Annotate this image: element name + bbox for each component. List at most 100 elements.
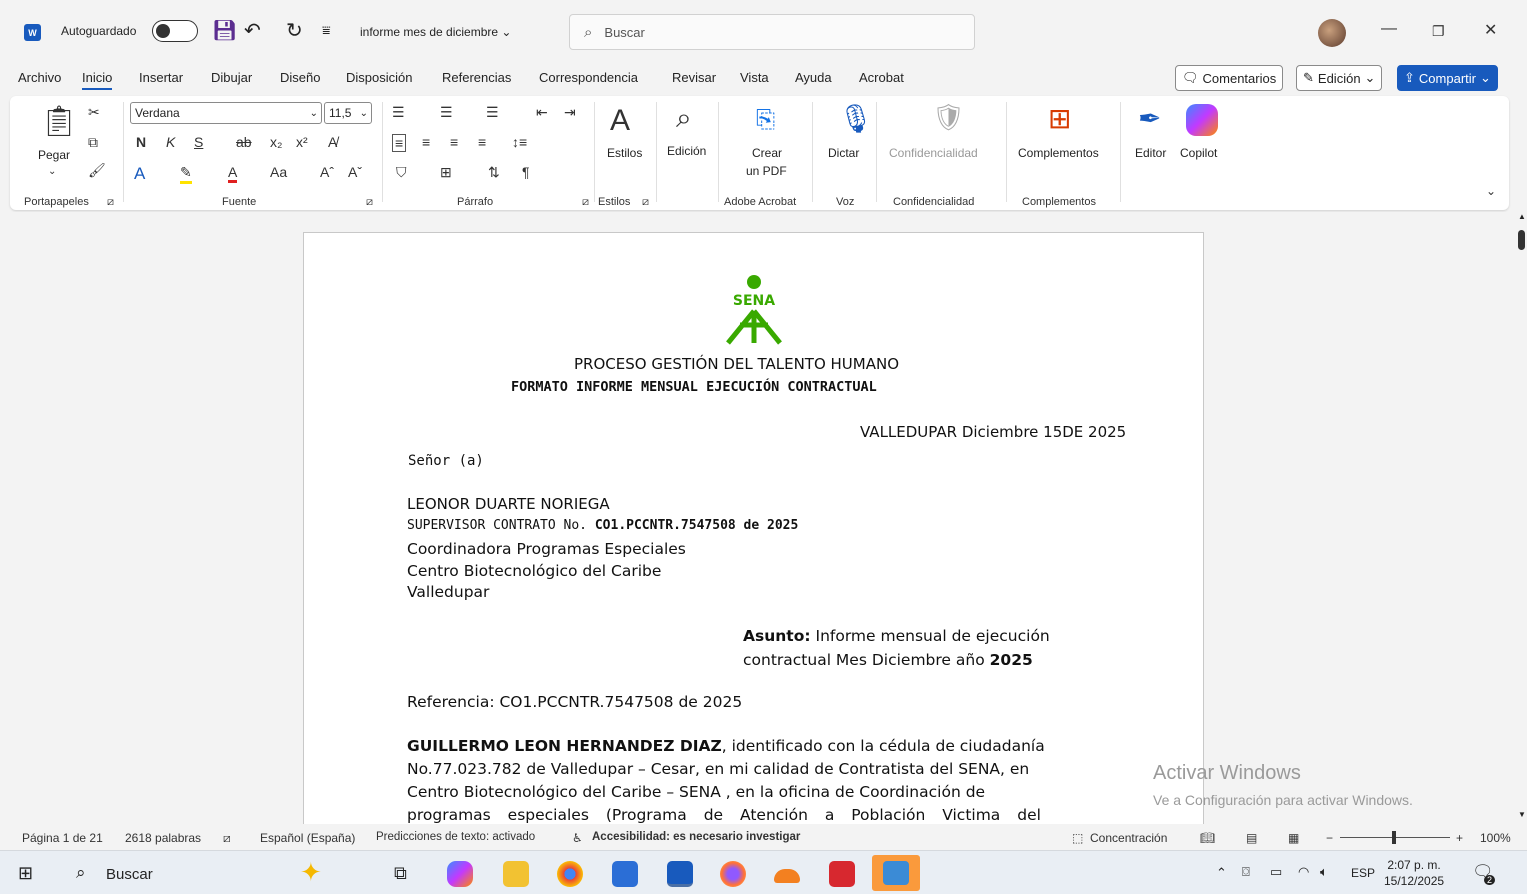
editor-icon[interactable]: ✒ xyxy=(1138,102,1161,135)
document-title[interactable]: informe mes de diciembre ⌄ xyxy=(360,25,511,39)
web-layout-icon[interactable]: ▦ xyxy=(1288,831,1299,845)
tray-battery-icon[interactable]: ▭ xyxy=(1270,864,1282,880)
tab-archivo[interactable]: Archivo xyxy=(18,70,61,85)
copilot-icon[interactable] xyxy=(1186,104,1218,136)
tab-vista[interactable]: Vista xyxy=(740,70,769,85)
font-color-icon[interactable]: A xyxy=(228,164,238,183)
clear-formatting-icon[interactable]: A̸ xyxy=(328,134,337,150)
task-view-icon[interactable]: ⧉ xyxy=(394,863,407,884)
copilot-sparkle-icon[interactable]: ✦ xyxy=(300,857,322,888)
zoom-out-icon[interactable]: − xyxy=(1326,831,1333,845)
status-language[interactable]: Español (España) xyxy=(260,831,355,845)
tab-referencias[interactable]: Referencias xyxy=(442,70,511,85)
justify-icon[interactable]: ≡ xyxy=(478,134,486,150)
tab-ayuda[interactable]: Ayuda xyxy=(795,70,832,85)
highlight-icon[interactable]: ✎ xyxy=(180,164,192,184)
document-page[interactable]: SENA PROCESO GESTIÓN DEL TALENTO HUMANO … xyxy=(303,232,1204,824)
bullets-icon[interactable]: ☰ xyxy=(392,104,405,121)
tray-clock[interactable]: 2:07 p. m. 15/12/2025 xyxy=(1384,857,1444,889)
editing-label[interactable]: Edición xyxy=(667,144,706,158)
tab-inicio[interactable]: Inicio xyxy=(82,70,113,90)
confidentiality-label[interactable]: Confidencialidad xyxy=(889,146,978,160)
subscript-icon[interactable]: x₂ xyxy=(270,134,282,150)
dialog-launcher-icon[interactable]: ⧄ xyxy=(582,196,589,209)
firefox-icon[interactable] xyxy=(720,861,746,887)
editing-mode-button[interactable]: ✎ Edición ⌄ xyxy=(1296,65,1383,91)
create-pdf-label-1[interactable]: Crear xyxy=(752,146,782,160)
grow-font-icon[interactable]: Aˆ xyxy=(320,164,334,180)
dialog-launcher-icon[interactable]: ⧄ xyxy=(642,196,649,209)
strikethrough-icon[interactable]: ab xyxy=(236,134,252,150)
undo-icon[interactable]: ↶ xyxy=(244,18,261,43)
bold-icon[interactable]: N xyxy=(136,134,146,150)
cut-icon[interactable]: ✂ xyxy=(88,104,100,121)
multilevel-list-icon[interactable]: ☰ xyxy=(486,104,499,121)
text-effects-icon[interactable]: A xyxy=(134,164,145,184)
increase-indent-icon[interactable]: ⇥ xyxy=(564,104,576,121)
create-pdf-icon[interactable]: ⎘ xyxy=(756,106,775,134)
tab-correspondencia[interactable]: Correspondencia xyxy=(539,70,638,85)
tab-acrobat[interactable]: Acrobat xyxy=(859,70,904,85)
windows-start-icon[interactable]: ⊞ xyxy=(18,863,33,884)
tab-dibujar[interactable]: Dibujar xyxy=(211,70,252,85)
tray-meet-icon[interactable]: ⌼ xyxy=(1242,864,1250,880)
tab-insertar[interactable]: Insertar xyxy=(139,70,183,85)
zoom-slider-thumb[interactable] xyxy=(1392,831,1396,844)
create-pdf-label-2[interactable]: un PDF xyxy=(746,164,787,178)
find-icon[interactable]: ⌕ xyxy=(676,102,692,135)
dialog-launcher-icon[interactable]: ⧄ xyxy=(107,196,114,209)
editor-label[interactable]: Editor xyxy=(1135,146,1166,160)
share-button[interactable]: ⇪ Compartir ⌄ xyxy=(1397,65,1498,91)
status-focus[interactable]: Concentración xyxy=(1090,831,1167,845)
sensitivity-icon[interactable]: 🛡︎ xyxy=(932,102,965,133)
styles-icon[interactable]: A xyxy=(610,104,630,138)
sort-icon[interactable]: ⇅ xyxy=(488,164,500,181)
collapse-ribbon-icon[interactable]: ⌄ xyxy=(1486,184,1496,198)
shading-icon[interactable]: ⛉ xyxy=(396,164,407,181)
restore-icon[interactable]: ❐ xyxy=(1432,23,1445,40)
borders-icon[interactable]: ⊞ xyxy=(440,164,452,181)
vertical-scrollbar[interactable]: ▲ ▼ xyxy=(1516,212,1527,824)
save-icon[interactable]: 💾︎ xyxy=(212,18,237,43)
status-page[interactable]: Página 1 de 21 xyxy=(22,831,103,845)
tray-chevron-icon[interactable]: ⌃ xyxy=(1216,865,1227,881)
dialog-launcher-icon[interactable]: ⧄ xyxy=(366,196,373,209)
copilot-app-icon[interactable] xyxy=(447,861,473,887)
superscript-icon[interactable]: x² xyxy=(296,134,308,150)
show-marks-icon[interactable]: ¶ xyxy=(522,164,530,180)
outlook-icon[interactable] xyxy=(612,861,638,887)
minimize-icon[interactable]: — xyxy=(1381,20,1397,38)
dictate-label[interactable]: Dictar xyxy=(828,146,859,160)
scroll-down-icon[interactable]: ▼ xyxy=(1518,810,1526,819)
align-right-icon[interactable]: ≡ xyxy=(450,134,458,150)
numbering-icon[interactable]: ☰ xyxy=(440,104,453,121)
tray-wifi-icon[interactable]: ◠ xyxy=(1298,864,1309,880)
customize-qat-icon[interactable]: ⩸ xyxy=(322,22,331,39)
decrease-indent-icon[interactable]: ⇤ xyxy=(536,104,548,121)
taskbar-search-icon[interactable]: ⌕ xyxy=(76,863,86,883)
copilot-label[interactable]: Copilot xyxy=(1180,146,1217,160)
chevron-down-icon[interactable]: ⌄ xyxy=(48,166,56,177)
styles-label[interactable]: Estilos xyxy=(607,146,642,160)
addins-label[interactable]: Complementos xyxy=(1018,146,1099,160)
font-size-combo[interactable]: 11,5 ⌄ xyxy=(324,102,372,124)
tab-revisar[interactable]: Revisar xyxy=(672,70,716,85)
microphone-icon[interactable]: 🎙︎ xyxy=(838,102,874,135)
acrobat-icon[interactable] xyxy=(829,861,855,887)
shrink-font-icon[interactable]: Aˇ xyxy=(348,164,362,180)
scrollbar-thumb[interactable] xyxy=(1518,230,1525,250)
addins-icon[interactable]: ⊞ xyxy=(1048,102,1071,135)
font-name-combo[interactable]: Verdana ⌄ xyxy=(130,102,322,124)
print-layout-icon[interactable]: ▤ xyxy=(1246,831,1257,845)
tab-diseno[interactable]: Diseño xyxy=(280,70,320,85)
copy-icon[interactable]: ⧉ xyxy=(88,134,98,151)
read-mode-icon[interactable]: 📖︎ xyxy=(1200,831,1215,845)
word-taskbar-icon[interactable] xyxy=(667,861,693,887)
photos-app-active[interactable] xyxy=(872,855,920,891)
tab-disposicion[interactable]: Disposición xyxy=(346,70,412,85)
user-avatar[interactable] xyxy=(1318,19,1346,47)
chrome-icon[interactable] xyxy=(557,861,583,887)
status-predictions[interactable]: Predicciones de texto: activado xyxy=(376,831,535,843)
line-spacing-icon[interactable]: ↕≡ xyxy=(512,134,527,150)
taskbar-search-label[interactable]: Buscar xyxy=(106,866,153,883)
